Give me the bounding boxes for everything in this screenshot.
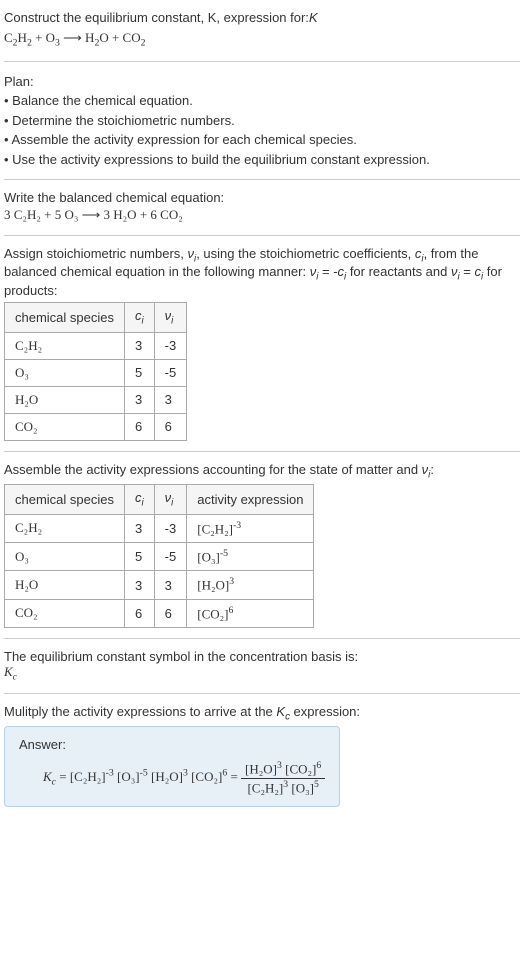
plan-item-3: • Assemble the activity expression for e… [4, 130, 520, 150]
stoich-section: Assign stoichiometric numbers, νi, using… [4, 246, 520, 452]
plan-item-1: • Balance the chemical equation. [4, 91, 520, 111]
plan-section: Plan: • Balance the chemical equation. •… [4, 72, 520, 181]
activity-header-nui: νi [154, 485, 187, 515]
plan-item-4: • Use the activity expressions to build … [4, 150, 520, 170]
answer-label: Answer: [19, 737, 325, 752]
activity-table: chemical species ci νi activity expressi… [4, 484, 314, 628]
balanced-intro: Write the balanced chemical equation: [4, 190, 520, 205]
stoich-header-nui: νi [154, 302, 187, 332]
table-row: H₂O 3 3 [5, 386, 187, 413]
intro-equation: C2H2 + O3 ⟶ H2O + CO2 [4, 28, 520, 51]
answer-box: Answer: Kc = [C₂H₂]-3 [O₃]-5 [H₂O]3 [CO₂… [4, 726, 340, 807]
activity-header-species: chemical species [5, 485, 125, 515]
balanced-equation: 3 C₂H₂ + 5 O₃ ⟶ 3 H₂O + 6 CO₂ [4, 205, 520, 225]
table-row: CO₂ 6 6 [CO₂]6 [5, 599, 314, 627]
table-row: CO₂ 6 6 [5, 413, 187, 440]
stoich-intro: Assign stoichiometric numbers, νi, using… [4, 246, 520, 298]
multiply-intro: Mulitply the activity expressions to arr… [4, 704, 520, 723]
intro-text: Construct the equilibrium constant, K, e… [4, 8, 520, 28]
table-row: H₂O 3 3 [H₂O]3 [5, 571, 314, 599]
activity-intro: Assemble the activity expressions accoun… [4, 462, 520, 481]
table-row: O₃ 5 -5 [5, 359, 187, 386]
table-row: C₂H₂ 3 -3 [5, 332, 187, 359]
activity-section: Assemble the activity expressions accoun… [4, 462, 520, 640]
symbol-section: The equilibrium constant symbol in the c… [4, 649, 520, 694]
symbol-kc: Kc [4, 664, 520, 683]
plan-item-2: • Determine the stoichiometric numbers. [4, 111, 520, 131]
balanced-section: Write the balanced chemical equation: 3 … [4, 190, 520, 236]
symbol-intro: The equilibrium constant symbol in the c… [4, 649, 520, 664]
stoich-table: chemical species ci νi C₂H₂ 3 -3 O₃ 5 -5… [4, 302, 187, 441]
table-row: C₂H₂ 3 -3 [C₂H₂]-3 [5, 514, 314, 542]
table-row: O₃ 5 -5 [O₃]-5 [5, 543, 314, 571]
activity-header-ci: ci [125, 485, 155, 515]
intro-section: Construct the equilibrium constant, K, e… [4, 8, 520, 62]
stoich-header-species: chemical species [5, 302, 125, 332]
answer-equation: Kc = [C₂H₂]-3 [O₃]-5 [H₂O]3 [CO₂]6 = [H₂… [19, 760, 325, 796]
activity-header-expr: activity expression [187, 485, 314, 515]
plan-title: Plan: [4, 72, 520, 92]
intro-line1: Construct the equilibrium constant, K, e… [4, 10, 309, 25]
stoich-header-ci: ci [125, 302, 155, 332]
multiply-section: Mulitply the activity expressions to arr… [4, 704, 520, 815]
